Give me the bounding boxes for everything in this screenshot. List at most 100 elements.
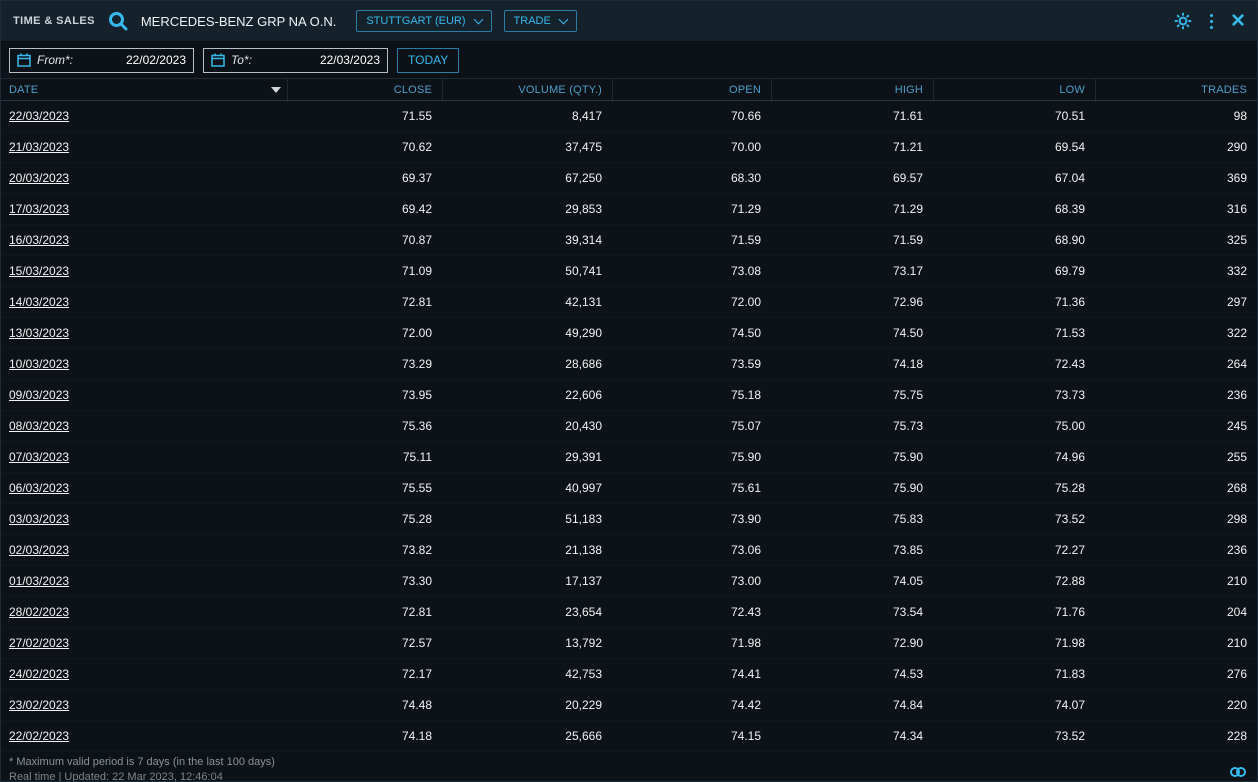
date-link[interactable]: 16/03/2023 xyxy=(1,233,287,247)
date-link[interactable]: 10/03/2023 xyxy=(1,357,287,371)
from-value[interactable]: 22/02/2023 xyxy=(126,53,186,67)
close-icon[interactable]: × xyxy=(1231,9,1245,33)
from-date-field[interactable]: From*: 22/02/2023 xyxy=(9,47,194,73)
column-header-open[interactable]: OPEN xyxy=(612,79,771,100)
trade-dropdown[interactable]: TRADE xyxy=(503,10,577,32)
value-cell: 73.73 xyxy=(1054,388,1085,402)
value-cell: 72.00 xyxy=(730,295,761,309)
date-link[interactable]: 22/03/2023 xyxy=(1,109,287,123)
value-cell: 72.81 xyxy=(401,295,432,309)
column-header-trades[interactable]: TRADES xyxy=(1095,79,1257,100)
date-link[interactable]: 13/03/2023 xyxy=(1,326,287,340)
to-label: To*: xyxy=(231,53,252,67)
from-label: From*: xyxy=(37,53,73,67)
value-cell: 28,686 xyxy=(565,357,602,371)
table-row: 24/02/2023 72.17 42,753 74.41 74.53 71.83 276 xyxy=(1,659,1257,690)
value-cell: 75.36 xyxy=(401,419,432,433)
date-link[interactable]: 20/03/2023 xyxy=(1,171,287,185)
date-link[interactable]: 22/02/2023 xyxy=(1,729,287,743)
value-cell: 42,131 xyxy=(565,295,602,309)
column-header-low[interactable]: LOW xyxy=(933,79,1095,100)
value-cell: 39,314 xyxy=(565,233,602,247)
footer: * Maximum valid period is 7 days (in the… xyxy=(1,752,1257,781)
column-header-close[interactable]: CLOSE xyxy=(287,79,442,100)
value-cell: 29,853 xyxy=(565,202,602,216)
calendar-icon[interactable] xyxy=(17,53,31,67)
value-cell: 69.57 xyxy=(892,171,923,185)
footer-note: * Maximum valid period is 7 days (in the… xyxy=(9,756,275,768)
date-link[interactable]: 21/03/2023 xyxy=(1,140,287,154)
value-cell: 70.87 xyxy=(401,233,432,247)
value-cell: 75.83 xyxy=(892,512,923,526)
date-link[interactable]: 01/03/2023 xyxy=(1,574,287,588)
value-cell: 74.18 xyxy=(401,729,432,743)
value-cell: 255 xyxy=(1226,450,1247,464)
exchange-dropdown-label: STUTTGART (EUR) xyxy=(366,15,466,27)
date-link[interactable]: 15/03/2023 xyxy=(1,264,287,278)
search-icon[interactable] xyxy=(107,10,129,32)
value-cell: 236 xyxy=(1226,543,1247,557)
value-cell: 75.11 xyxy=(402,450,432,464)
date-link[interactable]: 08/03/2023 xyxy=(1,419,287,433)
chevron-down-icon xyxy=(473,14,483,24)
gear-icon[interactable] xyxy=(1174,12,1192,30)
time-and-sales-window: TIME & SALES MERCEDES-BENZ GRP NA O.N. S… xyxy=(0,0,1258,782)
to-date-field[interactable]: To*: 22/03/2023 xyxy=(203,47,388,73)
value-cell: 73.06 xyxy=(730,543,761,557)
table-row: 20/03/2023 69.37 67,250 68.30 69.57 67.04 369 xyxy=(1,163,1257,194)
table-row: 13/03/2023 72.00 49,290 74.50 74.50 71.53 322 xyxy=(1,318,1257,349)
column-header-high[interactable]: HIGH xyxy=(771,79,933,100)
value-cell: 98 xyxy=(1233,109,1247,123)
value-cell: 73.52 xyxy=(1054,729,1085,743)
exchange-dropdown[interactable]: STUTTGART (EUR) xyxy=(356,10,492,32)
date-link[interactable]: 07/03/2023 xyxy=(1,450,287,464)
value-cell: 70.51 xyxy=(1054,109,1085,123)
kebab-menu-icon[interactable] xyxy=(1208,12,1215,31)
date-link[interactable]: 23/02/2023 xyxy=(1,698,287,712)
value-cell: 71.59 xyxy=(730,233,761,247)
value-cell: 297 xyxy=(1226,295,1247,309)
value-cell: 75.75 xyxy=(892,388,923,402)
value-cell: 37,475 xyxy=(565,140,602,154)
top-bar: TIME & SALES MERCEDES-BENZ GRP NA O.N. S… xyxy=(1,1,1257,42)
value-cell: 25,666 xyxy=(565,729,602,743)
table-row: 08/03/2023 75.36 20,430 75.07 75.73 75.00 245 xyxy=(1,411,1257,442)
table-row: 16/03/2023 70.87 39,314 71.59 71.59 68.90 325 xyxy=(1,225,1257,256)
date-link[interactable]: 03/03/2023 xyxy=(1,512,287,526)
value-cell: 68.90 xyxy=(1054,233,1085,247)
value-cell: 332 xyxy=(1226,264,1247,278)
date-link[interactable]: 27/02/2023 xyxy=(1,636,287,650)
table-row: 27/02/2023 72.57 13,792 71.98 72.90 71.98 210 xyxy=(1,628,1257,659)
value-cell: 40,997 xyxy=(565,481,602,495)
value-cell: 71.21 xyxy=(892,140,923,154)
date-link[interactable]: 17/03/2023 xyxy=(1,202,287,216)
value-cell: 369 xyxy=(1226,171,1247,185)
table-row: 06/03/2023 75.55 40,997 75.61 75.90 75.28 268 xyxy=(1,473,1257,504)
table-row: 09/03/2023 73.95 22,606 75.18 75.75 73.73 236 xyxy=(1,380,1257,411)
value-cell: 73.54 xyxy=(892,605,923,619)
date-link[interactable]: 24/02/2023 xyxy=(1,667,287,681)
today-button[interactable]: TODAY xyxy=(397,47,460,73)
calendar-icon[interactable] xyxy=(211,53,225,67)
column-header-volume[interactable]: VOLUME (QTY.) xyxy=(442,79,612,100)
date-link[interactable]: 28/02/2023 xyxy=(1,605,287,619)
value-cell: 22,606 xyxy=(565,388,602,402)
value-cell: 21,138 xyxy=(565,543,602,557)
date-link[interactable]: 02/03/2023 xyxy=(1,543,287,557)
trade-dropdown-label: TRADE xyxy=(513,15,551,27)
table-row: 07/03/2023 75.11 29,391 75.90 75.90 74.96 255 xyxy=(1,442,1257,473)
value-cell: 71.36 xyxy=(1054,295,1085,309)
value-cell: 322 xyxy=(1226,326,1247,340)
value-cell: 72.43 xyxy=(1054,357,1085,371)
date-link[interactable]: 09/03/2023 xyxy=(1,388,287,402)
value-cell: 68.30 xyxy=(730,171,761,185)
to-value[interactable]: 22/03/2023 xyxy=(320,53,380,67)
column-header-date[interactable]: DATE xyxy=(1,79,287,100)
date-link[interactable]: 06/03/2023 xyxy=(1,481,287,495)
date-link[interactable]: 14/03/2023 xyxy=(1,295,287,309)
link-channel-icon[interactable] xyxy=(1229,765,1247,779)
table-body: 22/03/2023 71.55 8,417 70.66 71.61 70.51 98 21/… xyxy=(1,101,1257,752)
value-cell: 74.41 xyxy=(730,667,761,681)
value-cell: 75.00 xyxy=(1054,419,1085,433)
value-cell: 73.85 xyxy=(892,543,923,557)
